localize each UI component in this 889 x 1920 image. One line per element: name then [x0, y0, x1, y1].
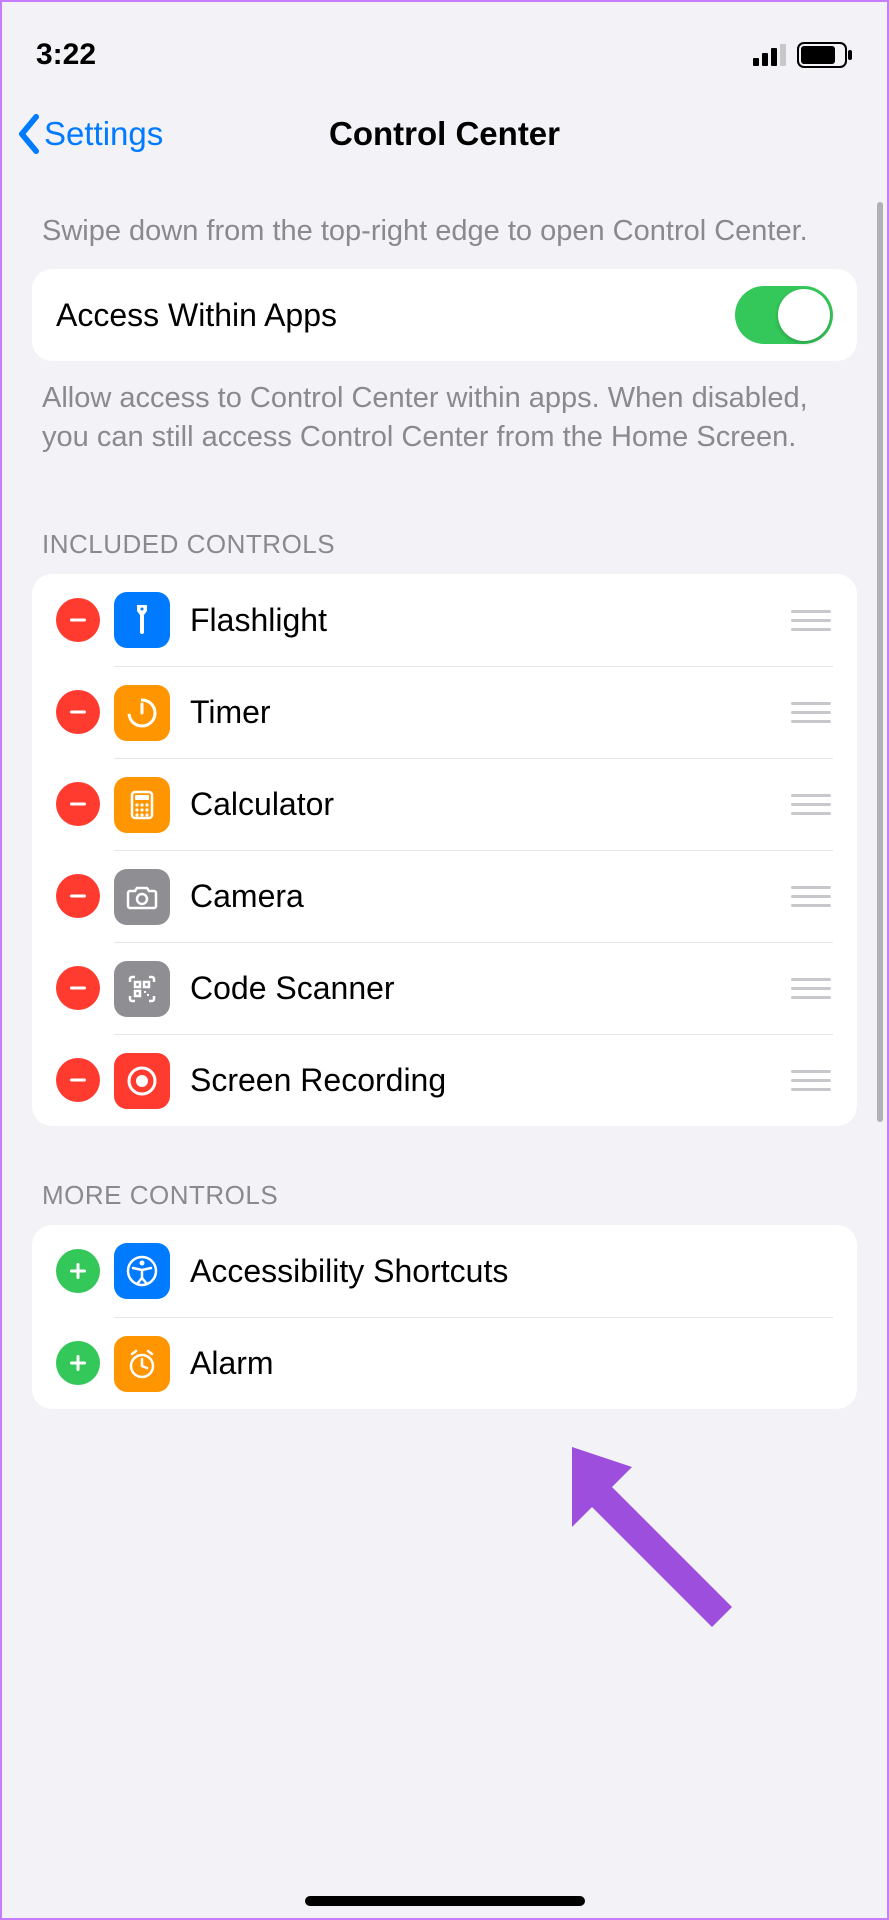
drag-handle-icon[interactable] [789, 598, 833, 642]
back-label: Settings [44, 115, 163, 153]
drag-handle-icon[interactable] [789, 967, 833, 1011]
cellular-icon [753, 44, 787, 66]
item-label: Camera [190, 878, 769, 915]
list-item: Flashlight [32, 574, 857, 666]
plus-icon [67, 1352, 89, 1374]
status-right [753, 42, 853, 68]
screen-recording-icon [114, 1053, 170, 1109]
camera-icon [114, 869, 170, 925]
timer-icon [114, 685, 170, 741]
accessibility-icon [114, 1243, 170, 1299]
minus-icon [67, 793, 89, 815]
access-toggle[interactable] [735, 286, 833, 344]
drag-handle-icon[interactable] [789, 1059, 833, 1103]
add-button[interactable] [56, 1341, 100, 1385]
access-within-apps-row: Access Within Apps [32, 269, 857, 361]
item-label: Timer [190, 694, 769, 731]
plus-icon [67, 1260, 89, 1282]
list-item: Timer [32, 666, 857, 758]
nav-bar: Settings Control Center [2, 90, 887, 178]
flashlight-icon [114, 592, 170, 648]
status-time: 3:22 [36, 38, 96, 72]
chevron-left-icon [16, 114, 42, 154]
item-label: Code Scanner [190, 970, 769, 1007]
minus-icon [67, 609, 89, 631]
section-header-included: INCLUDED CONTROLS [2, 475, 887, 574]
list-item: Code Scanner [32, 942, 857, 1034]
help-text-access: Allow access to Control Center within ap… [2, 361, 887, 475]
remove-button[interactable] [56, 598, 100, 642]
item-label: Screen Recording [190, 1062, 769, 1099]
add-button[interactable] [56, 1249, 100, 1293]
qr-icon [114, 961, 170, 1017]
remove-button[interactable] [56, 966, 100, 1010]
minus-icon [67, 885, 89, 907]
item-label: Flashlight [190, 602, 769, 639]
scrollbar[interactable] [877, 202, 883, 1122]
list-item: Camera [32, 850, 857, 942]
list-item: Calculator [32, 758, 857, 850]
item-label: Alarm [190, 1345, 833, 1382]
back-button[interactable]: Settings [16, 114, 163, 154]
list-item: Alarm [32, 1317, 857, 1409]
status-bar: 3:22 [2, 2, 887, 90]
minus-icon [67, 977, 89, 999]
remove-button[interactable] [56, 690, 100, 734]
more-card: Accessibility Shortcuts Alarm [32, 1225, 857, 1409]
drag-handle-icon[interactable] [789, 875, 833, 919]
calculator-icon [114, 777, 170, 833]
remove-button[interactable] [56, 782, 100, 826]
help-text-top: Swipe down from the top-right edge to op… [2, 178, 887, 269]
access-card: Access Within Apps [32, 269, 857, 361]
included-card: Flashlight Timer [32, 574, 857, 1126]
remove-button[interactable] [56, 874, 100, 918]
access-label: Access Within Apps [56, 297, 715, 334]
battery-icon [797, 42, 853, 68]
section-header-more: MORE CONTROLS [2, 1126, 887, 1225]
toggle-knob [778, 289, 830, 341]
minus-icon [67, 701, 89, 723]
list-item: Accessibility Shortcuts [32, 1225, 857, 1317]
minus-icon [67, 1069, 89, 1091]
list-item: Screen Recording [32, 1034, 857, 1126]
settings-scroll[interactable]: Swipe down from the top-right edge to op… [2, 178, 887, 1918]
drag-handle-icon[interactable] [789, 783, 833, 827]
drag-handle-icon[interactable] [789, 691, 833, 735]
alarm-icon [114, 1336, 170, 1392]
page-title: Control Center [329, 115, 560, 153]
home-indicator [305, 1896, 585, 1906]
item-label: Accessibility Shortcuts [190, 1253, 833, 1290]
item-label: Calculator [190, 786, 769, 823]
remove-button[interactable] [56, 1058, 100, 1102]
